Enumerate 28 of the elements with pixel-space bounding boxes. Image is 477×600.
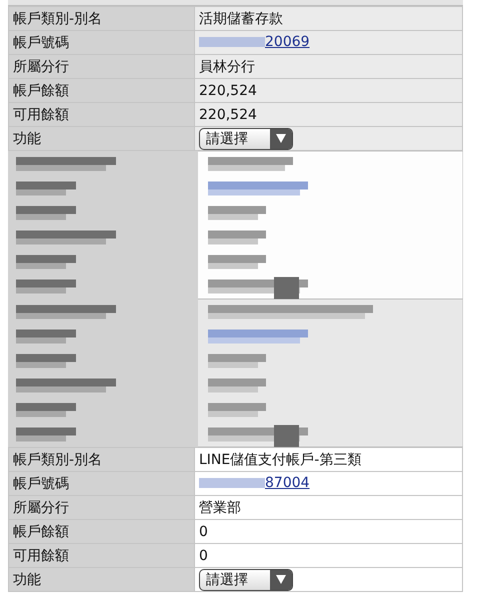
field-value: 0: [199, 524, 208, 540]
field-label: 可用餘額: [8, 544, 194, 568]
field-label: 功能: [8, 126, 194, 150]
account-number-link[interactable]: 87004: [265, 475, 310, 491]
dropdown-arrow-icon: [276, 134, 286, 143]
redaction-mark: [199, 37, 265, 47]
field-label: 所屬分行: [8, 54, 194, 78]
function-select[interactable]: 請選擇: [199, 568, 293, 590]
field-value: 員林分行: [199, 58, 255, 74]
field-label: 帳戶類別-別名: [8, 448, 194, 472]
field-label: 帳戶餘額: [8, 520, 194, 544]
field-label: 帳戶類別-別名: [8, 6, 194, 30]
field-label: 帳戶號碼: [8, 30, 194, 54]
field-value: 220,524: [199, 106, 257, 122]
dropdown-arrow-icon: [276, 575, 286, 584]
function-select[interactable]: 請選擇: [199, 128, 293, 150]
field-value: 營業部: [199, 500, 241, 516]
field-label: 功能: [8, 568, 194, 592]
field-label: 所屬分行: [8, 496, 194, 520]
field-value: 活期儲蓄存款: [199, 10, 283, 26]
field-label: 帳戶餘額: [8, 78, 194, 102]
field-label: 帳戶號碼: [8, 472, 194, 496]
field-value: LINE儲值支付帳戶-第三類: [199, 452, 362, 468]
redaction-mark: [199, 478, 265, 488]
field-value: 0: [199, 548, 208, 564]
field-label: 可用餘額: [8, 102, 194, 126]
account-number-link[interactable]: 20069: [265, 34, 310, 50]
field-value: 220,524: [199, 82, 257, 98]
